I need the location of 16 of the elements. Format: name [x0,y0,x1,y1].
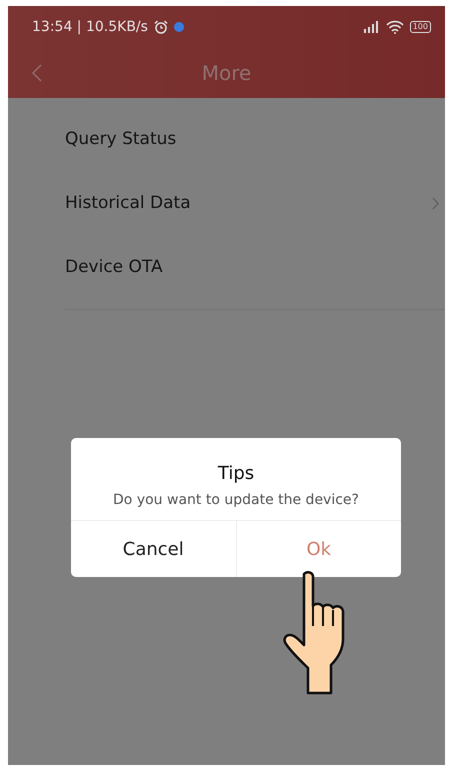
alarm-clock-icon [154,20,168,34]
chevron-right-icon [432,196,439,210]
menu-item[interactable]: Historical Data [8,171,445,235]
wifi-icon [386,20,404,34]
back-icon[interactable] [32,64,42,82]
dialog-title: Tips [216,462,256,484]
cancel-button[interactable]: Cancel [71,521,236,577]
menu-item[interactable]: Device OTA [8,235,445,299]
notification-icon [174,22,184,32]
ok-button[interactable]: Ok [236,521,401,577]
page-title: More [202,61,252,85]
signal-icon [362,21,380,33]
battery-indicator: 100 [410,21,431,33]
menu-item[interactable]: Query Status [8,107,445,171]
dialog-message: Do you want to update the device? [112,491,360,510]
status-time: 13:54 | 10.5KB/s [32,19,148,35]
